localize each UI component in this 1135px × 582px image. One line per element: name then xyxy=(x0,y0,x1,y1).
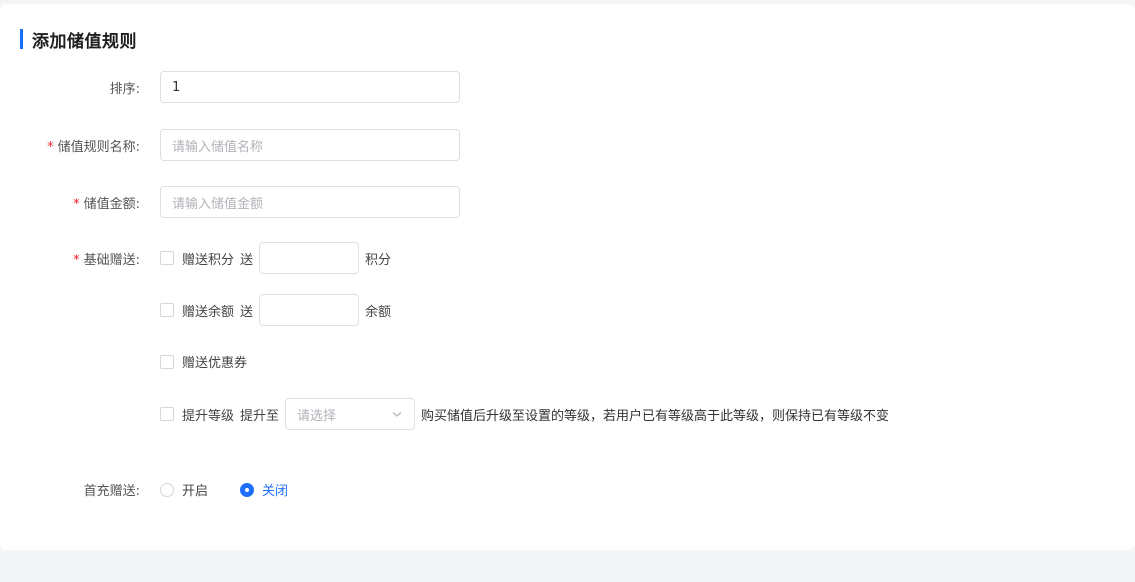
required-mark: * xyxy=(47,139,54,155)
required-mark: * xyxy=(73,196,80,212)
section-header: 添加储值规则 xyxy=(20,27,137,52)
rule-name-label: * 储值规则名称: xyxy=(47,139,140,155)
gift-coupon-checkbox[interactable] xyxy=(160,354,174,369)
amount-label: * 储值金额: xyxy=(73,196,140,212)
gift-points-send: 送 xyxy=(240,252,254,268)
gift-balance-input[interactable] xyxy=(259,294,360,326)
first-charge-row: 首充赠送: 开启 关闭 xyxy=(0,480,1135,499)
form-card: 添加储值规则 排序: 1 * 储值规则名称: 请输入储值名称 * 储值金额: 请输入… xyxy=(0,4,1135,550)
rule-name-row: * 储值规则名称: 请输入储值名称 xyxy=(0,129,1135,161)
gift-points-input[interactable] xyxy=(259,242,360,274)
first-charge-off-option[interactable]: 关闭 xyxy=(240,480,288,499)
gift-points-unit: 积分 xyxy=(365,252,392,268)
radio-on[interactable] xyxy=(160,482,174,497)
gift-level-label: 提升等级 xyxy=(182,408,235,424)
gift-balance-unit: 余额 xyxy=(365,304,392,320)
gift-balance-label: 赠送余额 xyxy=(182,304,235,320)
upgrade-to-label: 提升至 xyxy=(240,408,280,424)
gift-coupon-label: 赠送优惠券 xyxy=(182,356,248,371)
gift-points-checkbox[interactable] xyxy=(160,251,174,265)
gift-balance-send: 送 xyxy=(240,304,254,320)
gift-balance-checkbox[interactable] xyxy=(160,303,174,317)
sort-input-value: 1 xyxy=(172,79,181,95)
amount-row: * 储值金额: 请输入储值金额 xyxy=(0,186,1135,218)
required-mark: * xyxy=(73,252,80,268)
gift-coupon-row: 赠送优惠券 xyxy=(0,352,1135,371)
sort-row: 排序: 1 xyxy=(0,71,1135,103)
first-charge-off-label: 关闭 xyxy=(262,484,289,499)
amount-placeholder: 请输入储值金额 xyxy=(172,196,264,212)
basic-gift-label: * 基础赠送: xyxy=(73,252,140,268)
level-hint: 购买储值后升级至设置的等级，若用户已有等级高于此等级，则保持已有等级不变 xyxy=(421,408,890,424)
gift-points-row: * 基础赠送: 赠送积分 送 积分 xyxy=(0,242,1135,274)
gift-points-label: 赠送积分 xyxy=(182,252,235,268)
sort-input[interactable]: 1 xyxy=(160,71,460,103)
first-charge-on-option[interactable]: 开启 xyxy=(160,480,208,499)
amount-input[interactable]: 请输入储值金额 xyxy=(160,186,460,218)
rule-name-input[interactable]: 请输入储值名称 xyxy=(160,129,460,161)
title-accent-bar xyxy=(20,29,23,49)
chevron-down-icon xyxy=(392,412,402,417)
gift-balance-row: 赠送余额 送 余额 xyxy=(0,294,1135,326)
first-charge-label: 首充赠送: xyxy=(83,484,140,499)
page-title: 添加储值规则 xyxy=(32,31,137,52)
gift-level-checkbox[interactable] xyxy=(160,407,174,421)
level-select[interactable]: 请选择 xyxy=(285,398,416,430)
radio-off[interactable] xyxy=(240,482,255,497)
level-select-placeholder: 请选择 xyxy=(297,408,337,424)
first-charge-on-label: 开启 xyxy=(182,484,209,499)
sort-label: 排序: xyxy=(109,81,140,97)
gift-level-row: 提升等级 提升至 请选择 购买储值后升级至设置的等级，若用户已有等级高于此等级，… xyxy=(0,398,1135,430)
rule-name-placeholder: 请输入储值名称 xyxy=(172,139,264,155)
